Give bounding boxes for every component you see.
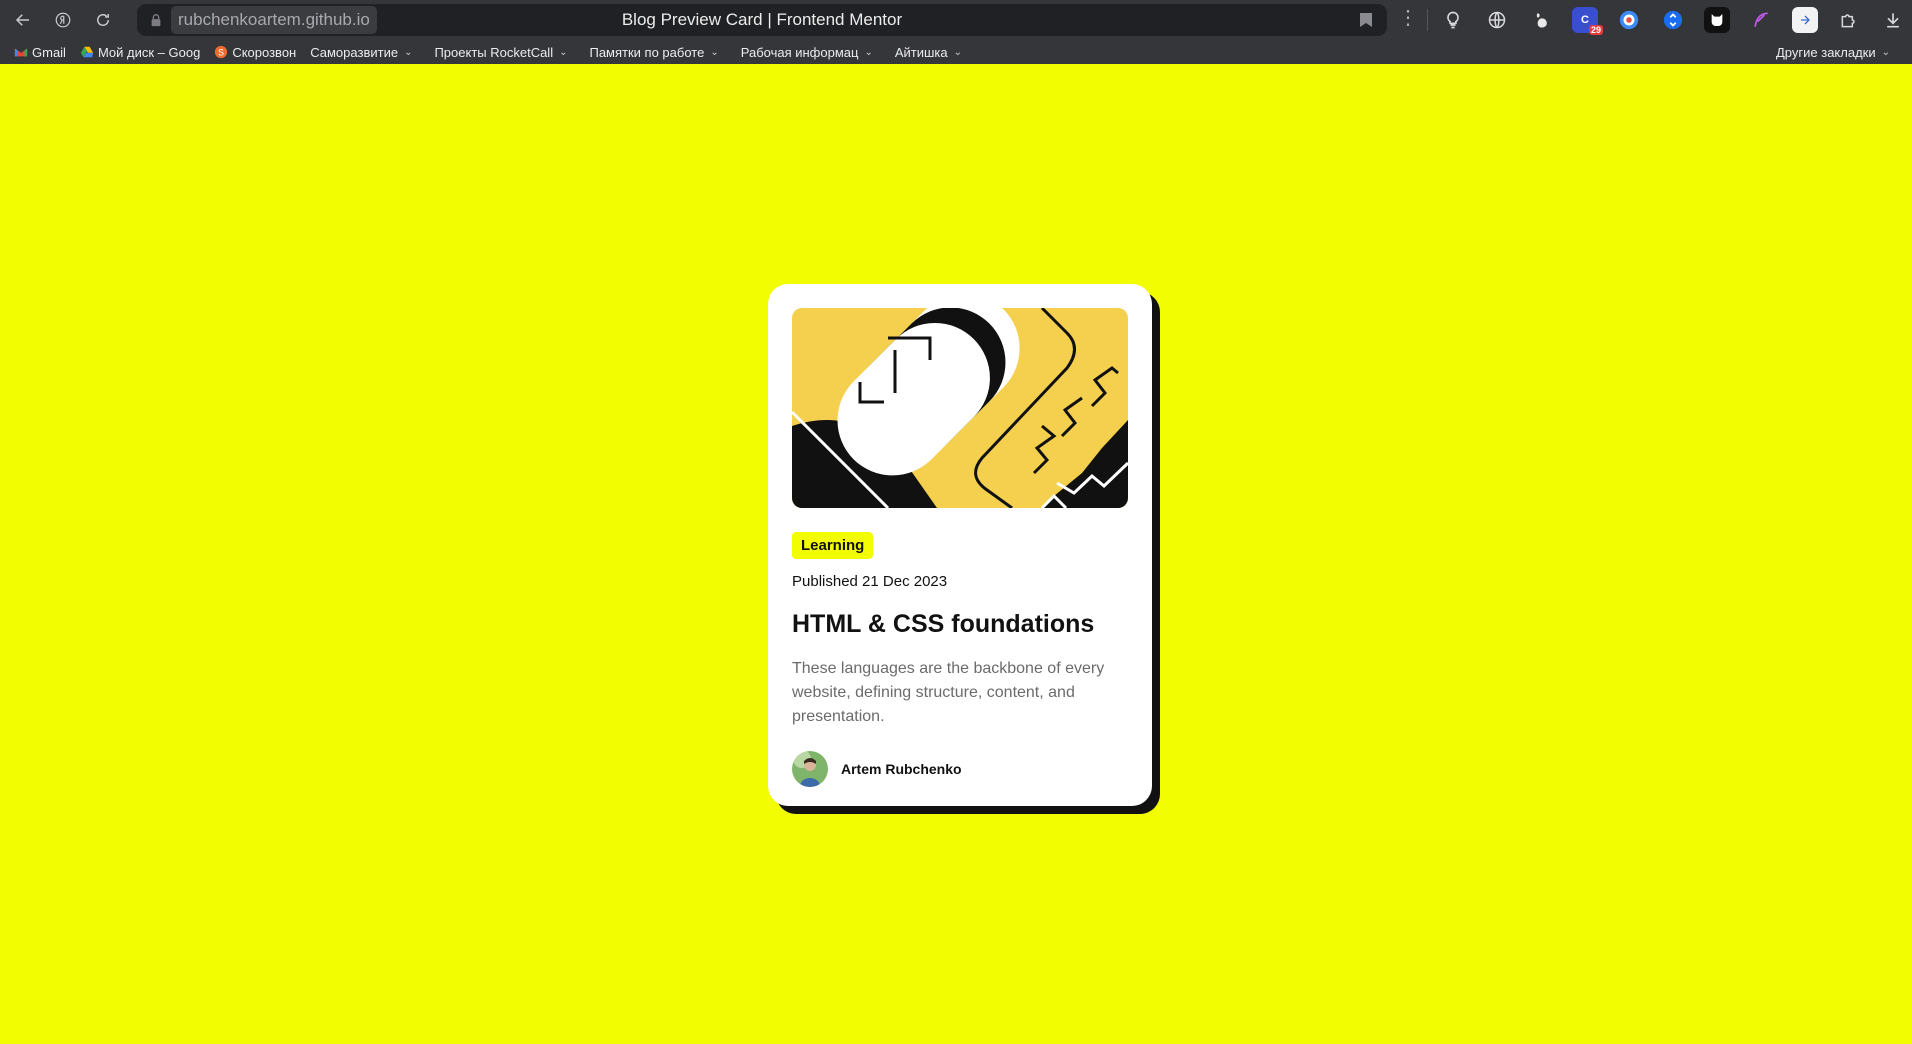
arrow-left-icon <box>15 14 29 26</box>
more-menu-icon[interactable]: ⋮ <box>1398 8 1418 28</box>
share-extension-icon[interactable] <box>1792 7 1818 33</box>
bookmark-folder-pamyatki[interactable]: Памятки по работе ⌄ <box>589 45 718 60</box>
back-button[interactable] <box>6 3 40 37</box>
category-tag: Learning <box>792 532 874 559</box>
chevron-down-icon: ⌄ <box>1881 46 1890 58</box>
chevron-down-icon: ⌄ <box>710 46 719 58</box>
skorozvon-icon: S <box>215 45 228 59</box>
browser-toolbar: rubchenkoartem.github.io Blog Preview Ca… <box>0 0 1912 40</box>
extensions-bar: C 29 <box>1440 0 1912 40</box>
address-bar[interactable]: rubchenkoartem.github.io Blog Preview Ca… <box>137 4 1387 36</box>
author-name: Artem Rubchenko <box>841 761 962 777</box>
bookmarks-bar: Gmail Мой диск – Goog S Скорозвон Самора… <box>0 40 1912 64</box>
chevron-down-icon: ⌄ <box>404 46 413 58</box>
yandex-icon <box>55 12 71 28</box>
bookmark-icon[interactable] <box>1359 12 1373 28</box>
gnome-extension-icon[interactable] <box>1528 7 1554 33</box>
chevron-down-icon: ⌄ <box>864 46 873 58</box>
toolbar-divider <box>1427 9 1428 31</box>
author: Artem Rubchenko <box>792 751 1128 787</box>
chevron-down-icon: ⌄ <box>559 46 568 58</box>
calendar-extension-icon[interactable]: C 29 <box>1572 7 1603 35</box>
bookmark-folder-rabochaya[interactable]: Рабочая информац ⌄ <box>741 45 873 60</box>
chevron-down-icon: ⌄ <box>953 46 963 58</box>
other-bookmarks[interactable]: Другие закладки ⌄ <box>1776 40 1890 64</box>
globe-extension-icon[interactable] <box>1484 7 1510 33</box>
svg-text:S: S <box>218 48 224 58</box>
bookmark-drive[interactable]: Мой диск – Goog <box>80 45 200 60</box>
blog-preview-card: Learning Published 21 Dec 2023 HTML & CS… <box>768 284 1152 806</box>
bookmark-gmail[interactable]: Gmail <box>14 45 66 60</box>
gmail-icon <box>14 48 28 57</box>
cat-extension-icon[interactable] <box>1704 7 1730 33</box>
download-icon[interactable] <box>1880 7 1906 33</box>
reload-button[interactable] <box>86 3 120 37</box>
blog-illustration <box>792 308 1128 508</box>
avatar <box>792 751 828 787</box>
bookmark-folder-rocketcall[interactable]: Проекты RocketCall ⌄ <box>434 45 567 60</box>
feather-extension-icon[interactable] <box>1748 7 1774 33</box>
bookmark-folder-aitishka[interactable]: Айтишка ⌄ <box>895 45 962 60</box>
yandex-button[interactable] <box>46 3 80 37</box>
puzzle-extension-icon[interactable] <box>1836 7 1862 33</box>
reload-icon <box>97 14 109 26</box>
shazam-extension-icon[interactable] <box>1660 7 1686 33</box>
card-description: These languages are the backbone of ever… <box>792 660 1105 725</box>
calendar-badge: 29 <box>1588 25 1603 35</box>
bookmark-folder-samorazvitie[interactable]: Саморазвитие ⌄ <box>310 45 412 60</box>
published-date: Published 21 Dec 2023 <box>792 573 948 590</box>
lightbulb-extension-icon[interactable] <box>1440 7 1466 33</box>
card-title[interactable]: HTML & CSS foundations <box>792 610 1128 639</box>
bookmark-skorozvon[interactable]: S Скорозвон <box>214 45 296 60</box>
compass-extension-icon[interactable] <box>1616 7 1642 33</box>
google-drive-icon <box>80 46 94 58</box>
url-text[interactable]: rubchenkoartem.github.io <box>171 6 377 34</box>
lock-icon <box>151 14 161 27</box>
